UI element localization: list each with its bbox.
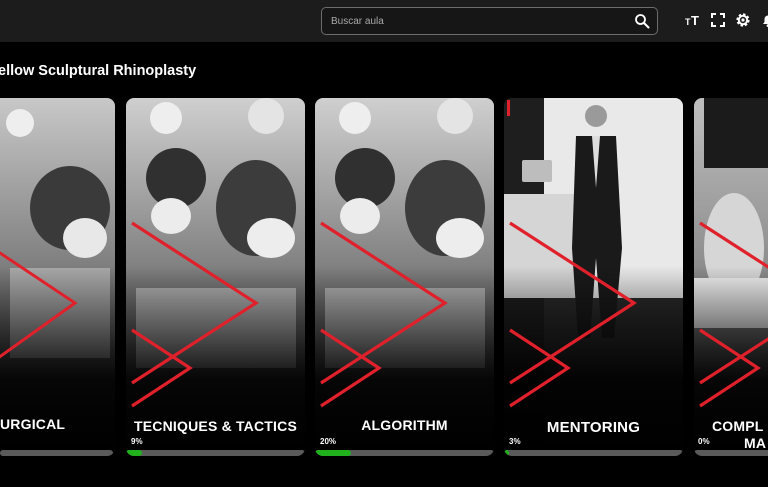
module-title: MENTORING: [546, 419, 641, 436]
module-card-tecniques[interactable]: TECNIQUES & TACTICS 9%: [126, 98, 305, 456]
fullscreen-icon[interactable]: [710, 12, 726, 28]
module-card-surgical[interactable]: URGICAL: [0, 98, 115, 456]
progress-percent: 9%: [131, 437, 143, 446]
progress-bar: [0, 450, 113, 456]
top-bar: T T: [0, 0, 768, 42]
play-logo-icon: [699, 221, 768, 408]
notification-icon[interactable]: [760, 12, 768, 28]
search-input[interactable]: [322, 8, 631, 34]
progress-bar: [694, 450, 768, 456]
search-icon[interactable]: [634, 13, 650, 29]
play-logo-icon: [320, 221, 448, 408]
module-title: TECNIQUES & TACTICS: [134, 418, 297, 434]
play-logo-icon: [507, 100, 637, 408]
course-title: ellow Sculptural Rhinoplasty: [0, 63, 197, 79]
search-box[interactable]: [321, 7, 658, 35]
progress-percent: 3%: [509, 437, 521, 446]
module-title: URGICAL: [0, 416, 66, 432]
progress-bar: [126, 450, 305, 456]
progress-percent: 0%: [698, 437, 710, 446]
module-title-line2: MA: [744, 435, 767, 451]
module-title: COMPL: [712, 418, 764, 434]
module-card-mentoring[interactable]: MENTORING 3%: [504, 98, 683, 456]
play-logo-icon: [131, 221, 259, 408]
progress-percent: 20%: [320, 437, 337, 446]
settings-icon[interactable]: [735, 12, 751, 28]
progress-bar: [504, 450, 683, 456]
progress-bar: [315, 450, 494, 456]
module-card-algorithm[interactable]: ALGORITHM 20%: [315, 98, 494, 456]
module-card-complications[interactable]: COMPL MA 0%: [694, 98, 768, 456]
play-logo-icon: [0, 251, 78, 359]
module-title: ALGORITHM: [361, 417, 448, 433]
svg-text:T: T: [691, 13, 699, 28]
text-size-icon[interactable]: T T: [685, 12, 701, 28]
